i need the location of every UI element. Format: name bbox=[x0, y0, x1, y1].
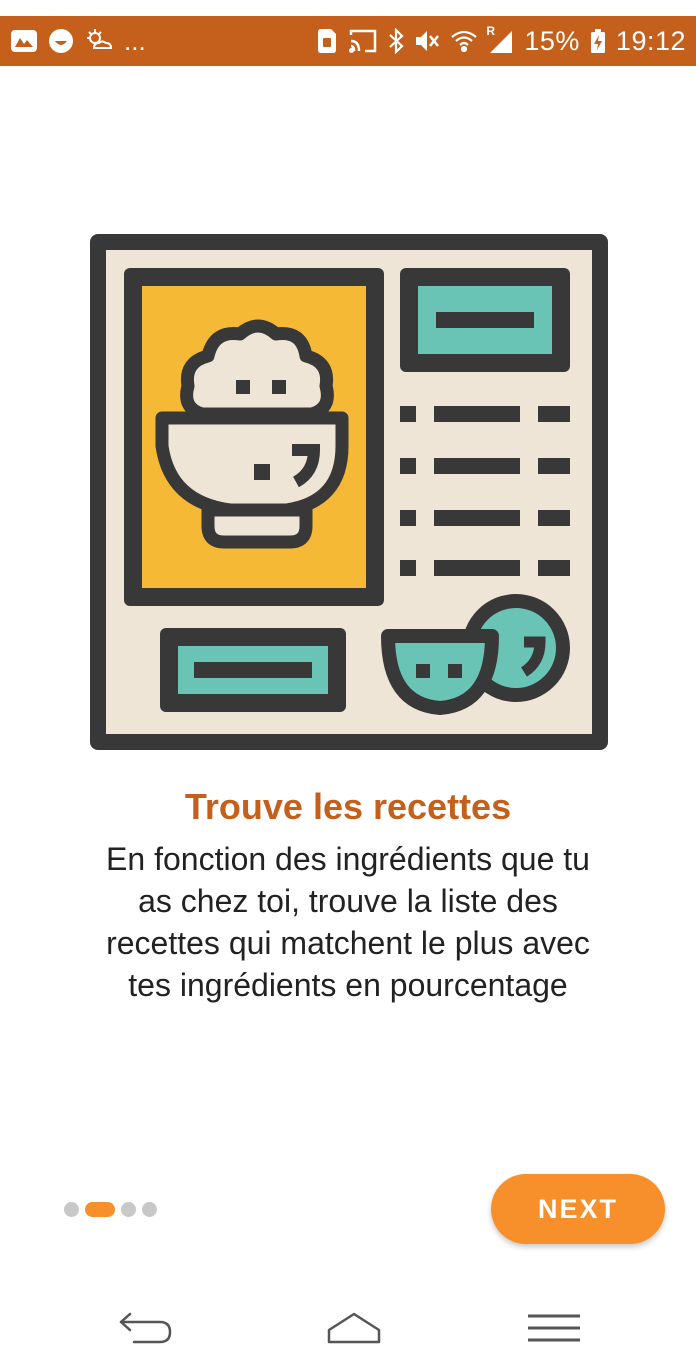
onboarding-description: En fonction des ingrédients que tu as ch… bbox=[106, 841, 590, 1003]
status-bar: ... R 15% 19:12 bbox=[0, 16, 696, 66]
sim-card-icon bbox=[316, 28, 338, 54]
sun-cloud-icon bbox=[84, 28, 114, 54]
recipe-menu-illustration bbox=[90, 234, 608, 750]
cast-icon bbox=[348, 28, 378, 54]
page-indicator bbox=[64, 1200, 157, 1218]
smiley-app-icon bbox=[48, 28, 74, 54]
wifi-icon bbox=[450, 28, 478, 54]
back-icon[interactable] bbox=[116, 1308, 176, 1348]
page-dot bbox=[142, 1201, 157, 1217]
status-bar-left: ... bbox=[10, 28, 146, 54]
navigation-bar bbox=[0, 1290, 696, 1354]
page-dot bbox=[64, 1201, 79, 1217]
status-overflow: ... bbox=[124, 26, 146, 56]
battery-percent: 15% bbox=[524, 25, 580, 56]
signal-icon: R bbox=[486, 24, 514, 54]
gallery-app-icon bbox=[10, 29, 38, 53]
roaming-mark: R bbox=[486, 24, 496, 38]
page-dot-active bbox=[85, 1201, 115, 1217]
status-bar-right: R 15% 19:12 bbox=[316, 24, 686, 57]
top-margin bbox=[0, 0, 696, 16]
battery-charging-icon bbox=[590, 28, 606, 54]
next-button[interactable]: NEXT bbox=[491, 1174, 665, 1244]
status-time: 19:12 bbox=[615, 25, 686, 56]
menu-icon[interactable] bbox=[524, 1308, 584, 1348]
page-dot bbox=[121, 1201, 136, 1217]
home-icon[interactable] bbox=[324, 1308, 384, 1348]
onboarding-title: Trouve les recettes bbox=[184, 786, 512, 827]
mute-icon bbox=[414, 28, 440, 54]
bluetooth-icon bbox=[388, 28, 404, 54]
